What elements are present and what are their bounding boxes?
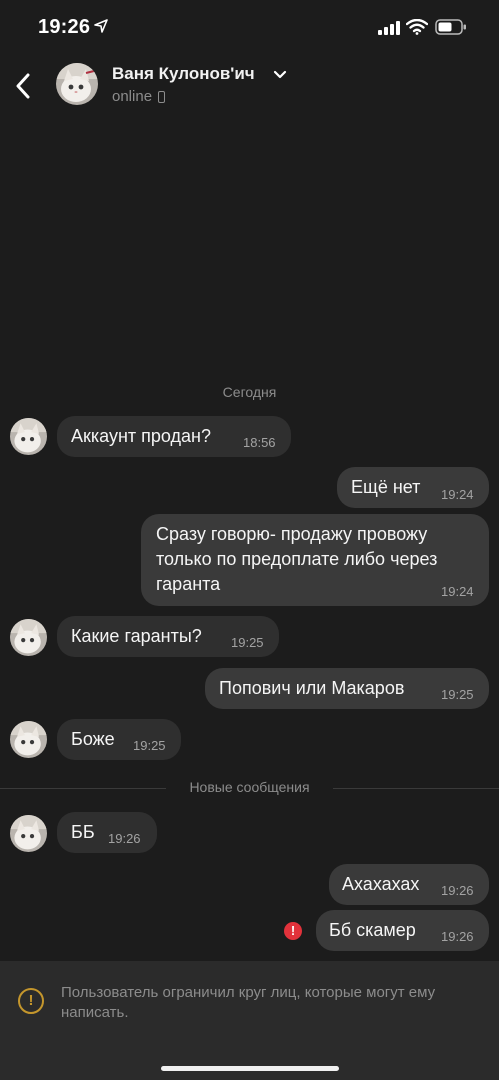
message-time: 19:26 (108, 831, 141, 846)
status-time: 19:26 (38, 16, 91, 38)
cat-avatar-icon (10, 721, 47, 758)
home-indicator[interactable] (161, 1066, 339, 1071)
message-time: 19:24 (441, 584, 474, 599)
wifi-icon (406, 19, 428, 35)
message-text: Попович или Макаров (219, 678, 405, 698)
message-bubble[interactable]: Попович или Макаров 19:25 (205, 668, 489, 709)
status-bar: 19:26 (0, 0, 499, 56)
cat-avatar-icon (10, 815, 47, 852)
message-text: Сразу говорю- продажу провожу только по … (156, 524, 438, 594)
chat-header: Ваня Кулонов'ич online (0, 56, 499, 118)
message-time: 19:25 (231, 635, 264, 650)
message-text: Боже (71, 729, 115, 749)
sender-avatar[interactable] (10, 815, 47, 852)
message-text: Ахахахах (342, 874, 420, 894)
contact-avatar[interactable] (56, 63, 98, 105)
chevron-down-icon[interactable] (273, 70, 287, 80)
contact-name[interactable]: Ваня Кулонов'ич (112, 64, 255, 84)
message-text: Ещё нет (351, 477, 421, 497)
mobile-phone-icon (158, 91, 165, 103)
sender-avatar[interactable] (10, 619, 47, 656)
back-button[interactable] (8, 66, 38, 106)
message-bubble[interactable]: Бб скамер 19:26 (316, 910, 489, 951)
cat-avatar-icon (10, 418, 47, 455)
sender-avatar[interactable] (10, 721, 47, 758)
message-time: 19:25 (441, 687, 474, 702)
message-bubble[interactable]: Аккаунт продан? 18:56 (57, 416, 291, 457)
message-bubble[interactable]: Какие гаранты? 19:25 (57, 616, 279, 657)
new-messages-label: Новые сообщения (189, 779, 310, 795)
battery-icon (435, 19, 466, 35)
message-text: ББ (71, 822, 95, 842)
message-text: Аккаунт продан? (71, 426, 211, 446)
message-bubble[interactable]: Сразу говорю- продажу провожу только по … (141, 514, 489, 606)
date-separator: Сегодня (222, 384, 277, 400)
message-bubble[interactable]: Боже 19:25 (57, 719, 181, 760)
sender-avatar[interactable] (10, 418, 47, 455)
message-bubble[interactable]: ББ 19:26 (57, 812, 157, 853)
warning-icon: ! (18, 988, 44, 1014)
message-time: 19:24 (441, 487, 474, 502)
new-messages-separator: Новые сообщения (0, 778, 499, 798)
cat-avatar-icon (10, 619, 47, 656)
send-error-icon[interactable]: ! (284, 922, 302, 940)
message-time: 19:26 (441, 883, 474, 898)
cellular-signal-icon (378, 21, 400, 35)
separator-line (333, 788, 499, 789)
message-bubble[interactable]: Ахахахах 19:26 (329, 864, 489, 905)
message-time: 19:25 (133, 738, 166, 753)
contact-status: online (112, 88, 153, 105)
restriction-notice: ! Пользователь ограничил круг лиц, котор… (0, 961, 499, 1080)
cat-avatar-icon (56, 63, 98, 105)
message-time: 18:56 (243, 435, 276, 450)
restriction-text: Пользователь ограничил круг лиц, которые… (61, 984, 436, 1021)
message-text: Какие гаранты? (71, 626, 202, 646)
message-time: 19:26 (441, 929, 474, 944)
chevron-left-icon (16, 73, 30, 99)
message-text: Бб скамер (329, 920, 416, 940)
message-bubble[interactable]: Ещё нет 19:24 (337, 467, 489, 508)
location-arrow-icon (94, 19, 108, 33)
